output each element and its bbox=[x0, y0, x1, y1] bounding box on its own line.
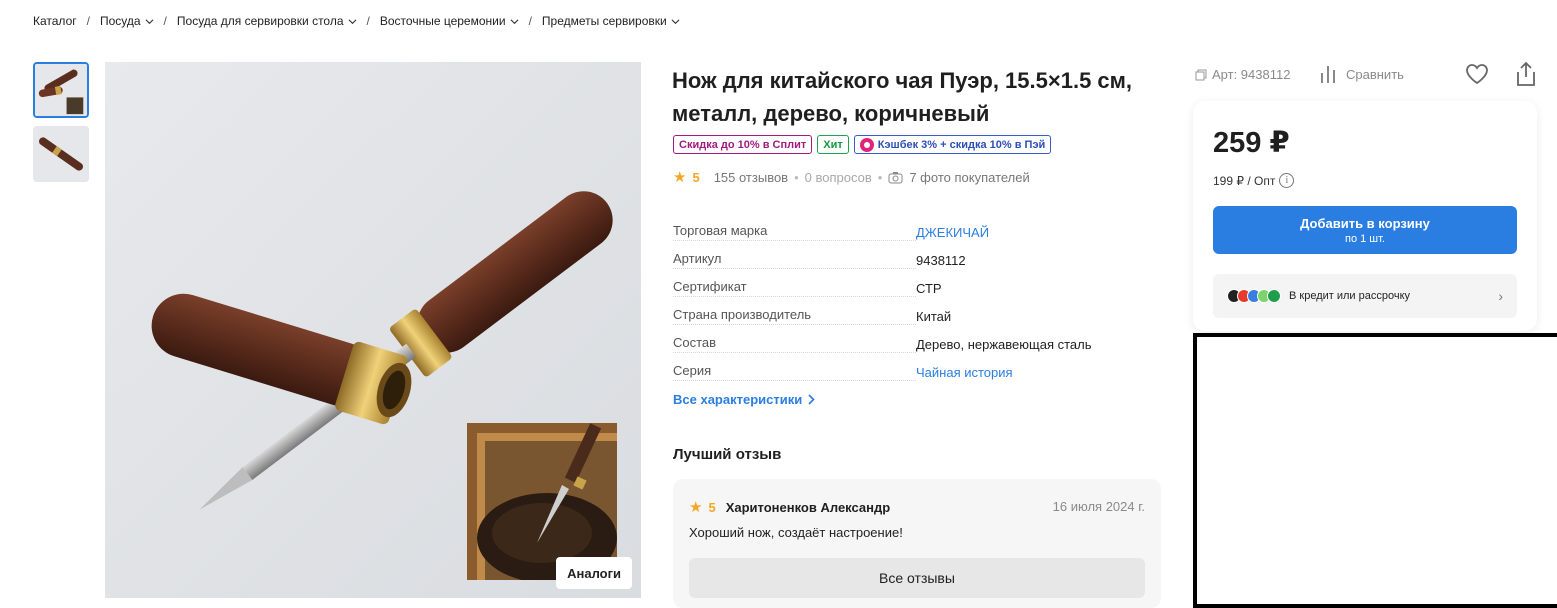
article-number[interactable]: Арт: 9438112 bbox=[1195, 67, 1290, 82]
separator-dot: • bbox=[877, 169, 883, 185]
wholesale-price: 199 ₽ / Опт i bbox=[1213, 173, 1295, 188]
breadcrumb-label: Посуда bbox=[99, 14, 141, 28]
bank-logo-icon bbox=[1267, 289, 1281, 303]
compare-button[interactable]: Сравнить bbox=[1320, 65, 1404, 83]
camera-icon bbox=[888, 171, 903, 183]
main-product-image[interactable]: Аналоги bbox=[105, 62, 641, 598]
cashback-badge-label: Кэшбек 3% + скидка 10% в Пэй bbox=[877, 138, 1046, 151]
wholesale-price-label: 199 ₽ / Опт bbox=[1213, 173, 1276, 188]
review-author: Харитоненков Александр bbox=[725, 499, 891, 515]
add-to-cart-label: Добавить в корзину bbox=[1300, 215, 1430, 231]
spec-row-brand: Торговая марка ДЖЕКИЧАЙ bbox=[673, 218, 1153, 246]
badges: Скидка до 10% в Сплит Хит Кэшбек 3% + ск… bbox=[673, 135, 1052, 154]
chevron-down-icon bbox=[145, 18, 154, 24]
spec-row-country: Страна производитель Китай bbox=[673, 302, 1153, 330]
all-reviews-button[interactable]: Все отзывы bbox=[689, 558, 1145, 598]
separator-dot: • bbox=[794, 169, 799, 185]
breadcrumb-separator: / bbox=[86, 14, 90, 28]
breadcrumb-item-serving-items[interactable]: Предметы сервировки bbox=[542, 14, 680, 28]
rating-value: 5 bbox=[692, 169, 700, 185]
spec-key: Страна производитель bbox=[673, 307, 916, 325]
compare-label: Сравнить bbox=[1346, 66, 1404, 82]
split-discount-badge[interactable]: Скидка до 10% в Сплит bbox=[673, 135, 813, 154]
breadcrumb-label: Предметы сервировки bbox=[541, 14, 667, 28]
product-thumbnail-image bbox=[33, 126, 89, 182]
breadcrumb-item-eastern-ceremonies[interactable]: Восточные церемонии bbox=[380, 14, 519, 28]
chevron-down-icon bbox=[671, 18, 680, 24]
breadcrumb-separator: / bbox=[163, 14, 167, 28]
star-icon: ★ bbox=[689, 499, 703, 516]
spec-row-article: Артикул 9438112 bbox=[673, 246, 1153, 274]
cashback-badge[interactable]: Кэшбек 3% + скидка 10% в Пэй bbox=[853, 135, 1052, 154]
review-text: Хороший нож, создаёт настроение! bbox=[689, 525, 903, 540]
spec-value: Китай bbox=[916, 308, 952, 324]
specs-table: Торговая марка ДЖЕКИЧАЙ Артикул 9438112 … bbox=[673, 218, 1153, 386]
spec-value: СТР bbox=[916, 280, 942, 296]
all-specs-link[interactable]: Все характеристики bbox=[673, 392, 815, 407]
purchase-card: 259 ₽ 199 ₽ / Опт i Добавить в корзину п… bbox=[1193, 101, 1537, 331]
breadcrumb-item-catalog[interactable]: Каталог bbox=[33, 14, 77, 28]
compare-icon bbox=[1321, 66, 1335, 83]
breadcrumb-label: Каталог bbox=[33, 14, 77, 28]
spec-value: 9438112 bbox=[916, 252, 966, 268]
hit-badge: Хит bbox=[817, 135, 849, 154]
brand-link[interactable]: ДЖЕКИЧАЙ bbox=[916, 225, 989, 240]
price: 259 ₽ bbox=[1213, 127, 1290, 159]
product-thumbnail-image bbox=[35, 64, 87, 116]
article-label: Арт: 9438112 bbox=[1212, 67, 1291, 82]
product-title: Нож для китайского чая Пуэр, 15.5×1.5 см… bbox=[672, 68, 1133, 126]
best-review-card: ★ 5 Харитоненков Александр 16 июля 2024 … bbox=[673, 479, 1161, 608]
credit-label: В кредит или рассрочку bbox=[1289, 290, 1411, 302]
breadcrumb-label: Посуда для сервировки стола bbox=[176, 14, 344, 28]
star-icon: ★ bbox=[673, 169, 687, 186]
spec-key: Состав bbox=[673, 335, 916, 353]
breadcrumb: Каталог / Посуда / Посуда для сервировки… bbox=[33, 14, 680, 28]
review-header: ★ 5 Харитоненков Александр bbox=[689, 498, 890, 516]
spec-row-series: Серия Чайная история bbox=[673, 358, 1153, 386]
chevron-down-icon bbox=[348, 18, 357, 24]
questions-count-link[interactable]: 0 вопросов bbox=[805, 170, 872, 185]
series-link[interactable]: Чайная история bbox=[916, 365, 1013, 380]
gallery-thumbnail-1[interactable] bbox=[33, 62, 89, 118]
share-icon[interactable] bbox=[1515, 61, 1537, 87]
breadcrumb-item-table-serving[interactable]: Посуда для сервировки стола bbox=[177, 14, 357, 28]
spec-key: Серия bbox=[673, 363, 916, 381]
breadcrumb-separator: / bbox=[366, 14, 370, 28]
analogs-button[interactable]: Аналоги bbox=[556, 557, 632, 589]
reviews-count-link[interactable]: 155 отзывов bbox=[714, 170, 788, 185]
all-specs-label: Все характеристики bbox=[673, 392, 803, 407]
chevron-down-icon bbox=[510, 18, 519, 24]
spec-value: Дерево, нержавеющая сталь bbox=[916, 336, 1092, 352]
customer-photos-link[interactable]: 7 фото покупателей bbox=[909, 170, 1029, 185]
review-rating: 5 bbox=[708, 499, 716, 515]
review-date: 16 июля 2024 г. bbox=[1052, 499, 1145, 514]
breadcrumb-item-dishes[interactable]: Посуда bbox=[100, 14, 154, 28]
copy-icon bbox=[1195, 69, 1207, 80]
best-review-heading: Лучший отзыв bbox=[673, 446, 782, 463]
spec-row-certificate: Сертификат СТР bbox=[673, 274, 1153, 302]
spec-key: Торговая марка bbox=[673, 223, 916, 241]
heart-icon[interactable] bbox=[1465, 63, 1489, 85]
spec-key: Артикул bbox=[673, 251, 916, 269]
gallery-thumbnail-2[interactable] bbox=[33, 126, 89, 182]
breadcrumb-separator: / bbox=[528, 14, 532, 28]
add-to-cart-quantity: по 1 шт. bbox=[1344, 232, 1385, 245]
add-to-cart-button[interactable]: Добавить в корзину по 1 шт. bbox=[1213, 206, 1517, 254]
bank-logos bbox=[1227, 289, 1281, 303]
rating-summary: ★ 5 155 отзывов • 0 вопросов • 7 фото по… bbox=[673, 168, 1030, 186]
breadcrumb-label: Восточные церемонии bbox=[379, 14, 506, 28]
pay-logo-icon bbox=[859, 137, 874, 152]
info-icon[interactable]: i bbox=[1279, 173, 1295, 188]
credit-installment-option[interactable]: В кредит или рассрочку › bbox=[1213, 274, 1517, 318]
spec-row-composition: Состав Дерево, нержавеющая сталь bbox=[673, 330, 1153, 358]
chevron-right-icon bbox=[808, 394, 815, 405]
spec-key: Сертификат bbox=[673, 279, 916, 297]
empty-frame bbox=[1193, 333, 1557, 608]
chevron-right-icon: › bbox=[1498, 288, 1503, 304]
